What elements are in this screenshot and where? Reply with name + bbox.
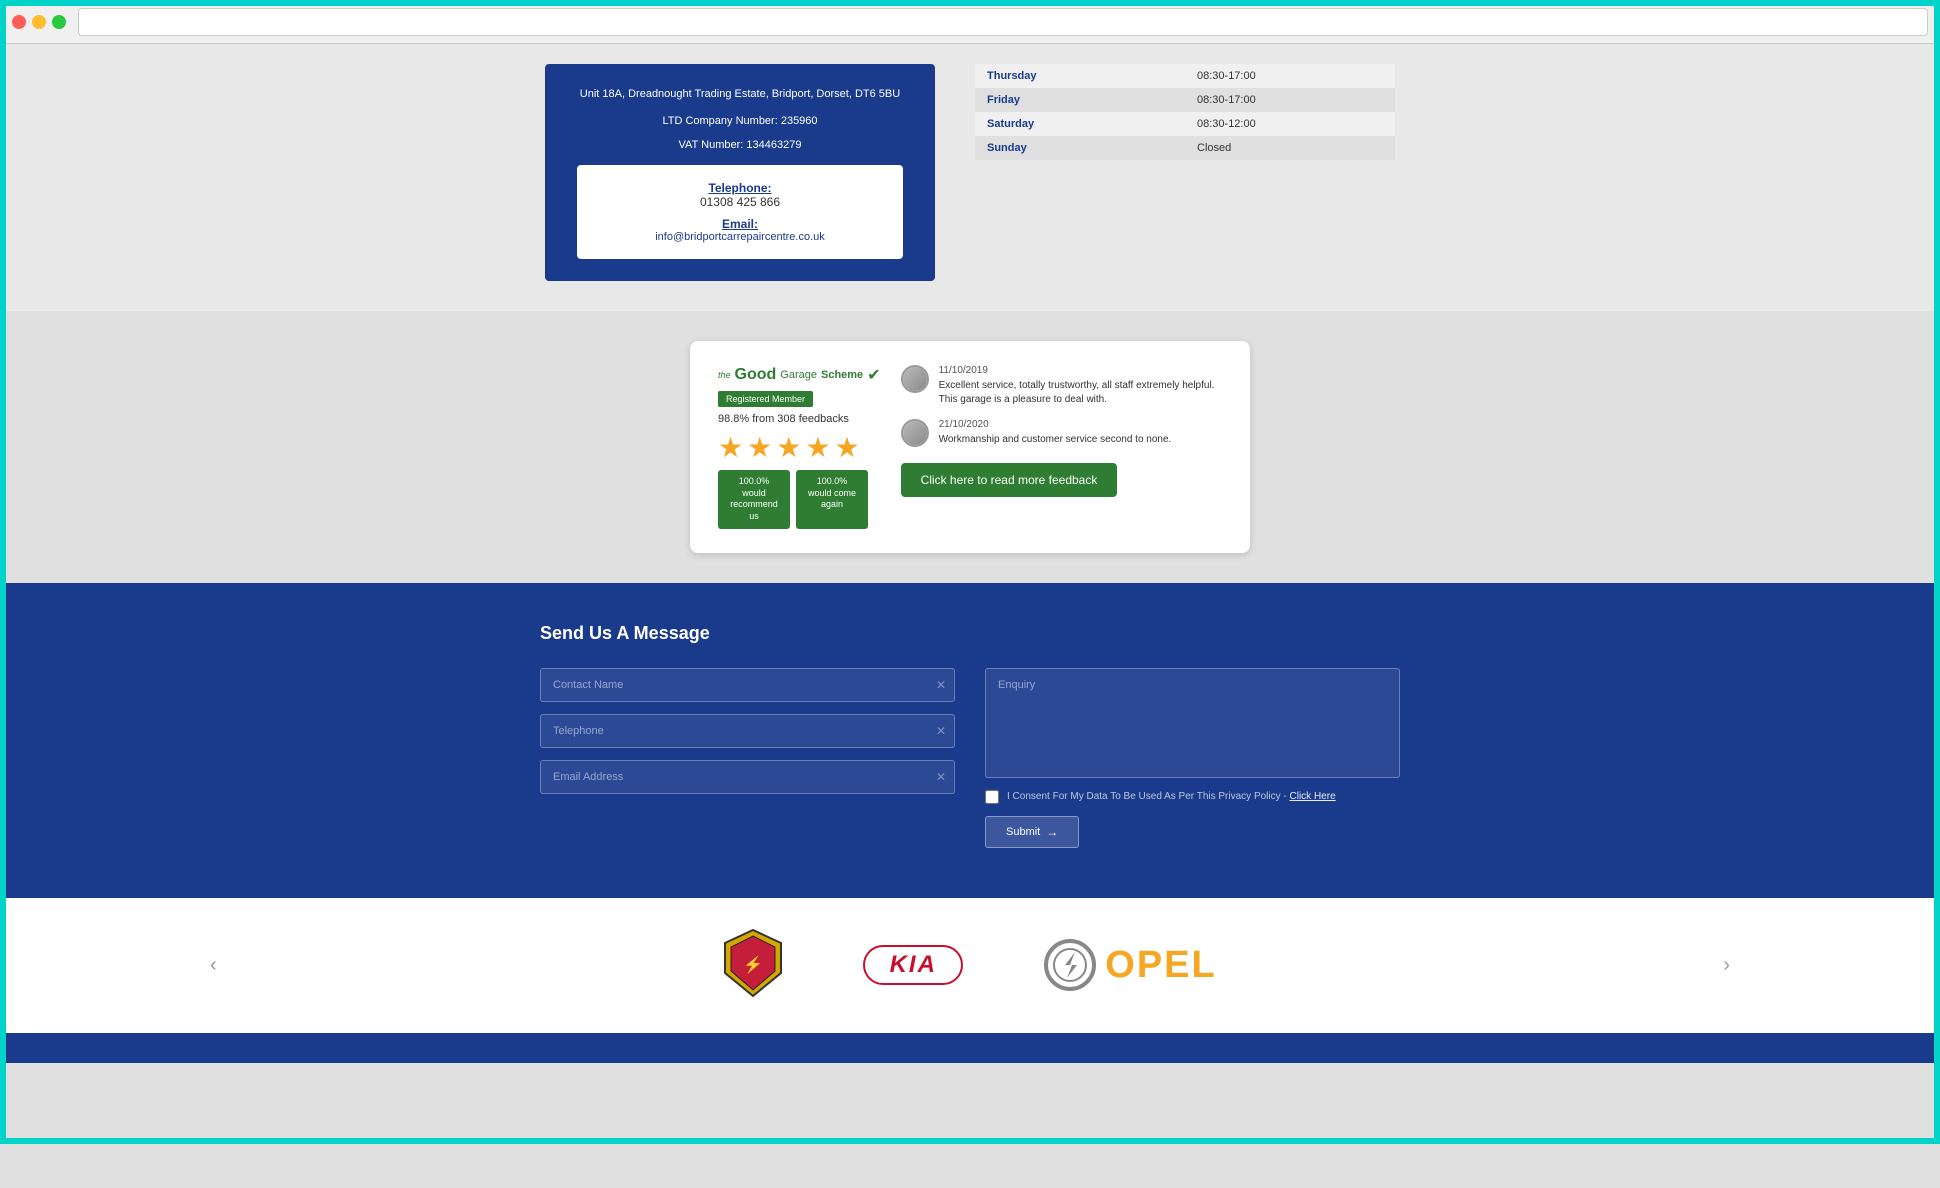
submit-label: Submit [1006, 826, 1040, 838]
reviews-section: the Good Garage Scheme ✔ Registered Memb… [0, 311, 1940, 583]
clear-name-icon: ✕ [936, 678, 946, 692]
contact-section-inner: Send Us A Message ✕ ✕ ✕ [520, 623, 1420, 848]
review-item-1: 11/10/2019 Excellent service, totally tr… [901, 365, 1222, 407]
recommend-badges: 100.0% would recommend us 100.0% would c… [718, 470, 868, 529]
opel-text: OPEL [1105, 944, 1216, 987]
clear-email-icon: ✕ [936, 770, 946, 784]
company-info-card: Unit 18A, Dreadnought Trading Estate, Br… [545, 64, 935, 281]
time-cell: 08:30-12:00 [1185, 112, 1395, 136]
maximize-button[interactable] [52, 15, 66, 29]
contact-form-right: I Consent For My Data To Be Used As Per … [985, 668, 1400, 848]
star-1: ★ [718, 431, 743, 464]
time-cell: Closed [1185, 136, 1395, 160]
clear-telephone-icon: ✕ [936, 724, 946, 738]
logos-next-button[interactable]: › [1713, 944, 1740, 987]
read-more-feedback-button[interactable]: Click here to read more feedback [901, 463, 1118, 497]
close-button[interactable] [12, 15, 26, 29]
email-value: info@bridportcarrepaircentre.co.uk [597, 231, 883, 243]
email-label: Email: [597, 217, 883, 231]
contact-form-title: Send Us A Message [540, 623, 1400, 644]
contact-form-layout: ✕ ✕ ✕ I Consent [540, 668, 1400, 848]
consent-text: I Consent For My Data To Be Used As Per … [1007, 791, 1336, 802]
day-cell: Sunday [975, 136, 1185, 160]
reviews-left: the Good Garage Scheme ✔ Registered Memb… [718, 365, 1222, 529]
logo-good: Good [735, 366, 777, 384]
star-3: ★ [776, 431, 801, 464]
table-row: Sunday Closed [975, 136, 1395, 160]
contact-form-left: ✕ ✕ ✕ [540, 668, 955, 848]
contact-name-input[interactable] [541, 669, 954, 701]
url-bar[interactable] [78, 8, 1928, 36]
abarth-logo: ⚡ [723, 928, 783, 1003]
reviewer-avatar-1 [901, 365, 929, 393]
telephone-input[interactable] [541, 715, 954, 747]
svg-text:⚡: ⚡ [743, 955, 763, 974]
bottom-bar [0, 1033, 1940, 1063]
star-5: ★ [834, 431, 859, 464]
telephone-value: 01308 425 866 [597, 195, 883, 209]
logo-the: the [718, 370, 731, 380]
review-text-2: Workmanship and customer service second … [939, 433, 1222, 447]
review-text-1: Excellent service, totally trustworthy, … [939, 379, 1222, 407]
star-2: ★ [747, 431, 772, 464]
contact-name-field[interactable]: ✕ [540, 668, 955, 702]
logo-scheme: Scheme [821, 369, 863, 381]
submit-button[interactable]: Submit → [985, 816, 1079, 848]
feedback-count: 98.8% from 308 feedbacks [718, 413, 849, 425]
reviews-right: 11/10/2019 Excellent service, totally tr… [901, 365, 1222, 529]
review-text-block-1: 11/10/2019 Excellent service, totally tr… [939, 365, 1222, 407]
kia-text: KIA [890, 951, 937, 979]
table-row: Thursday 08:30-17:00 [975, 64, 1395, 88]
review-date-2: 21/10/2020 [939, 419, 1222, 430]
stars-rating: ★ ★ ★ ★ ★ [718, 431, 860, 464]
review-item-2: 21/10/2020 Workmanship and customer serv… [901, 419, 1222, 447]
come-again-badge: 100.0% would come again [796, 470, 868, 529]
hours-table: Thursday 08:30-17:00 Friday 08:30-17:00 … [975, 64, 1395, 160]
star-4: ★ [805, 431, 830, 464]
table-row: Friday 08:30-17:00 [975, 88, 1395, 112]
good-garage-logo: the Good Garage Scheme ✔ Registered Memb… [718, 365, 881, 529]
day-cell: Thursday [975, 64, 1185, 88]
email-input[interactable] [541, 761, 954, 793]
telephone-label: Telephone: [597, 181, 883, 195]
time-cell: 08:30-17:00 [1185, 64, 1395, 88]
day-cell: Friday [975, 88, 1185, 112]
email-address-field[interactable]: ✕ [540, 760, 955, 794]
opel-logo: OPEL [1043, 938, 1216, 992]
browser-chrome [0, 0, 1940, 44]
logo-garage: Garage [780, 369, 817, 381]
privacy-policy-link[interactable]: Click Here [1290, 791, 1336, 802]
checkmark-icon: ✔ [867, 365, 880, 385]
consent-row: I Consent For My Data To Be Used As Per … [985, 790, 1400, 804]
logos-prev-button[interactable]: ‹ [200, 944, 227, 987]
review-date-1: 11/10/2019 [939, 365, 1222, 376]
contact-box: Telephone: 01308 425 866 Email: info@bri… [577, 165, 903, 259]
reviewer-avatar-2 [901, 419, 929, 447]
hours-section: Thursday 08:30-17:00 Friday 08:30-17:00 … [975, 64, 1395, 281]
kia-logo: KIA [863, 945, 963, 985]
table-row: Saturday 08:30-12:00 [975, 112, 1395, 136]
recommend-us-badge: 100.0% would recommend us [718, 470, 790, 529]
top-section: Unit 18A, Dreadnought Trading Estate, Br… [0, 44, 1940, 311]
company-address: Unit 18A, Dreadnought Trading Estate, Br… [577, 86, 903, 103]
consent-checkbox[interactable] [985, 790, 999, 804]
minimize-button[interactable] [32, 15, 46, 29]
registered-member-badge: Registered Member [718, 391, 813, 407]
reviews-card: the Good Garage Scheme ✔ Registered Memb… [690, 341, 1250, 553]
company-ltd: LTD Company Number: 235960 [577, 113, 903, 130]
submit-arrow-icon: → [1046, 825, 1058, 839]
logos-section: ‹ ⚡ KIA OPEL › [0, 898, 1940, 1033]
time-cell: 08:30-17:00 [1185, 88, 1395, 112]
browser-window-controls [12, 15, 66, 29]
enquiry-textarea[interactable] [985, 668, 1400, 778]
review-text-block-2: 21/10/2020 Workmanship and customer serv… [939, 419, 1222, 447]
company-vat: VAT Number: 134463279 [577, 139, 903, 151]
logo-text: the Good Garage Scheme ✔ [718, 365, 881, 385]
day-cell: Saturday [975, 112, 1185, 136]
telephone-field[interactable]: ✕ [540, 714, 955, 748]
contact-section: Send Us A Message ✕ ✕ ✕ [0, 583, 1940, 898]
